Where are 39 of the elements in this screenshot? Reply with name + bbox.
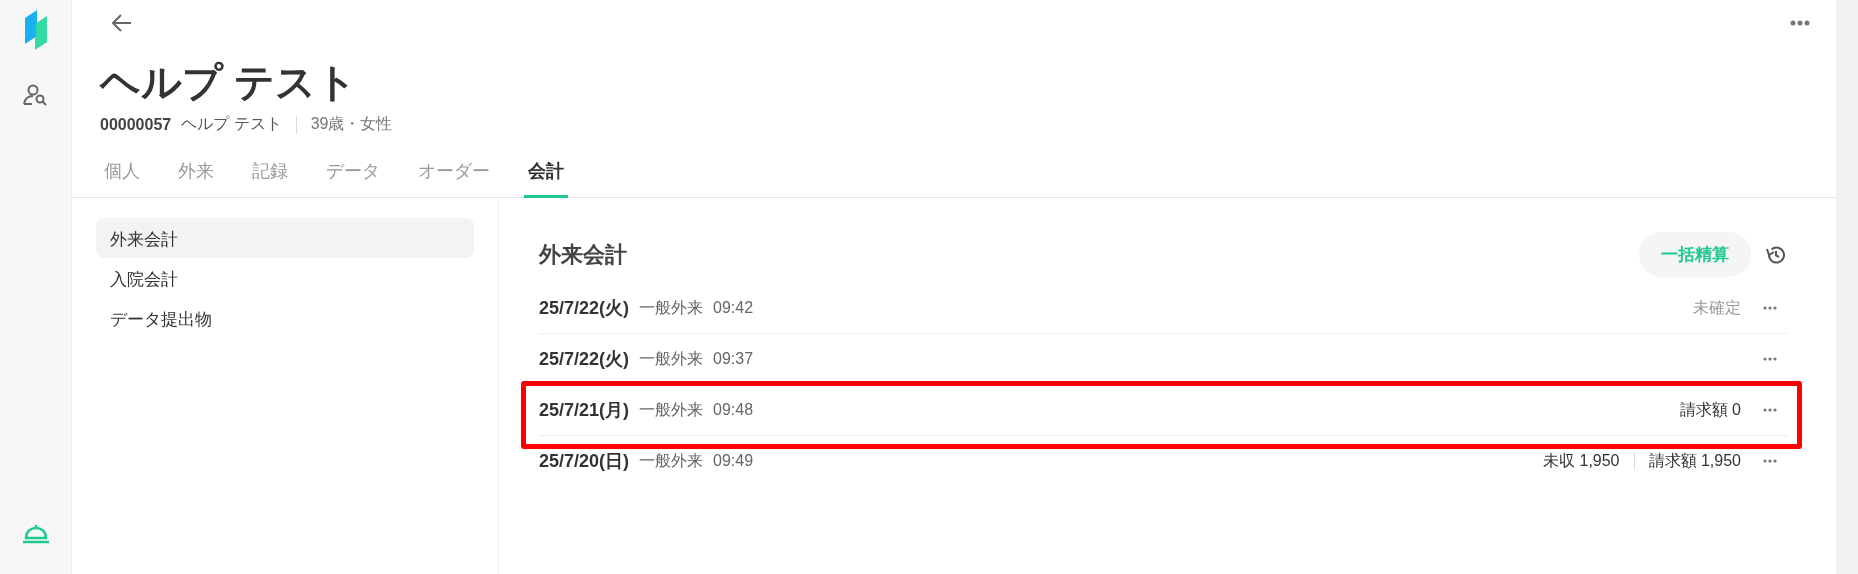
age-sex: 39歳・女性 <box>310 114 393 134</box>
sidebar-item[interactable]: データ提出物 <box>96 298 474 338</box>
more-icon[interactable] <box>1763 459 1777 463</box>
tab[interactable]: 記録 <box>248 151 292 198</box>
more-icon[interactable] <box>1763 306 1777 310</box>
more-icon[interactable] <box>1790 20 1810 26</box>
tab[interactable]: 会計 <box>524 151 568 198</box>
back-arrow-icon[interactable] <box>112 14 132 32</box>
tab[interactable]: データ <box>322 151 384 198</box>
settle-all-button[interactable]: 一括精算 <box>1639 232 1751 277</box>
patient-id: 00000057 <box>100 115 172 134</box>
visit-type: 一般外来 <box>639 399 704 420</box>
visit-type: 一般外来 <box>639 348 704 369</box>
visit-date: 25/7/22(火) <box>539 297 630 320</box>
more-icon[interactable] <box>1763 357 1777 361</box>
visit-date: 25/7/22(火) <box>539 348 630 371</box>
logo-icon[interactable] <box>24 10 47 50</box>
patient-search-icon[interactable] <box>22 84 49 106</box>
tab[interactable]: オーダー <box>414 151 494 198</box>
visit-time: 09:37 <box>713 350 754 368</box>
visit-time: 09:42 <box>713 299 754 317</box>
patient-kana: ヘルプ テスト <box>181 114 282 134</box>
section-title: 外来会計 <box>539 240 628 269</box>
sidebar-item[interactable]: 外来会計 <box>96 218 474 258</box>
patient-name: ヘルプ テスト <box>100 60 359 104</box>
visit-type: 一般外来 <box>639 297 704 318</box>
more-icon[interactable] <box>1763 408 1777 412</box>
tab[interactable]: 個人 <box>100 151 144 198</box>
visit-time: 09:49 <box>713 452 754 470</box>
visit-date: 25/7/20(日) <box>539 450 630 473</box>
visit-date: 25/7/21(月) <box>539 399 630 422</box>
tab[interactable]: 外来 <box>174 151 218 198</box>
visit-time: 09:48 <box>713 401 754 419</box>
amount-text: 請求額 1,950 <box>1648 450 1741 471</box>
status-text: 未確定 <box>1693 297 1741 318</box>
amount-text: 未収 1,950 <box>1543 450 1620 471</box>
amount-text: 請求額 0 <box>1679 399 1741 420</box>
sidebar-item[interactable]: 入院会計 <box>96 258 474 298</box>
visit-type: 一般外来 <box>639 450 704 471</box>
